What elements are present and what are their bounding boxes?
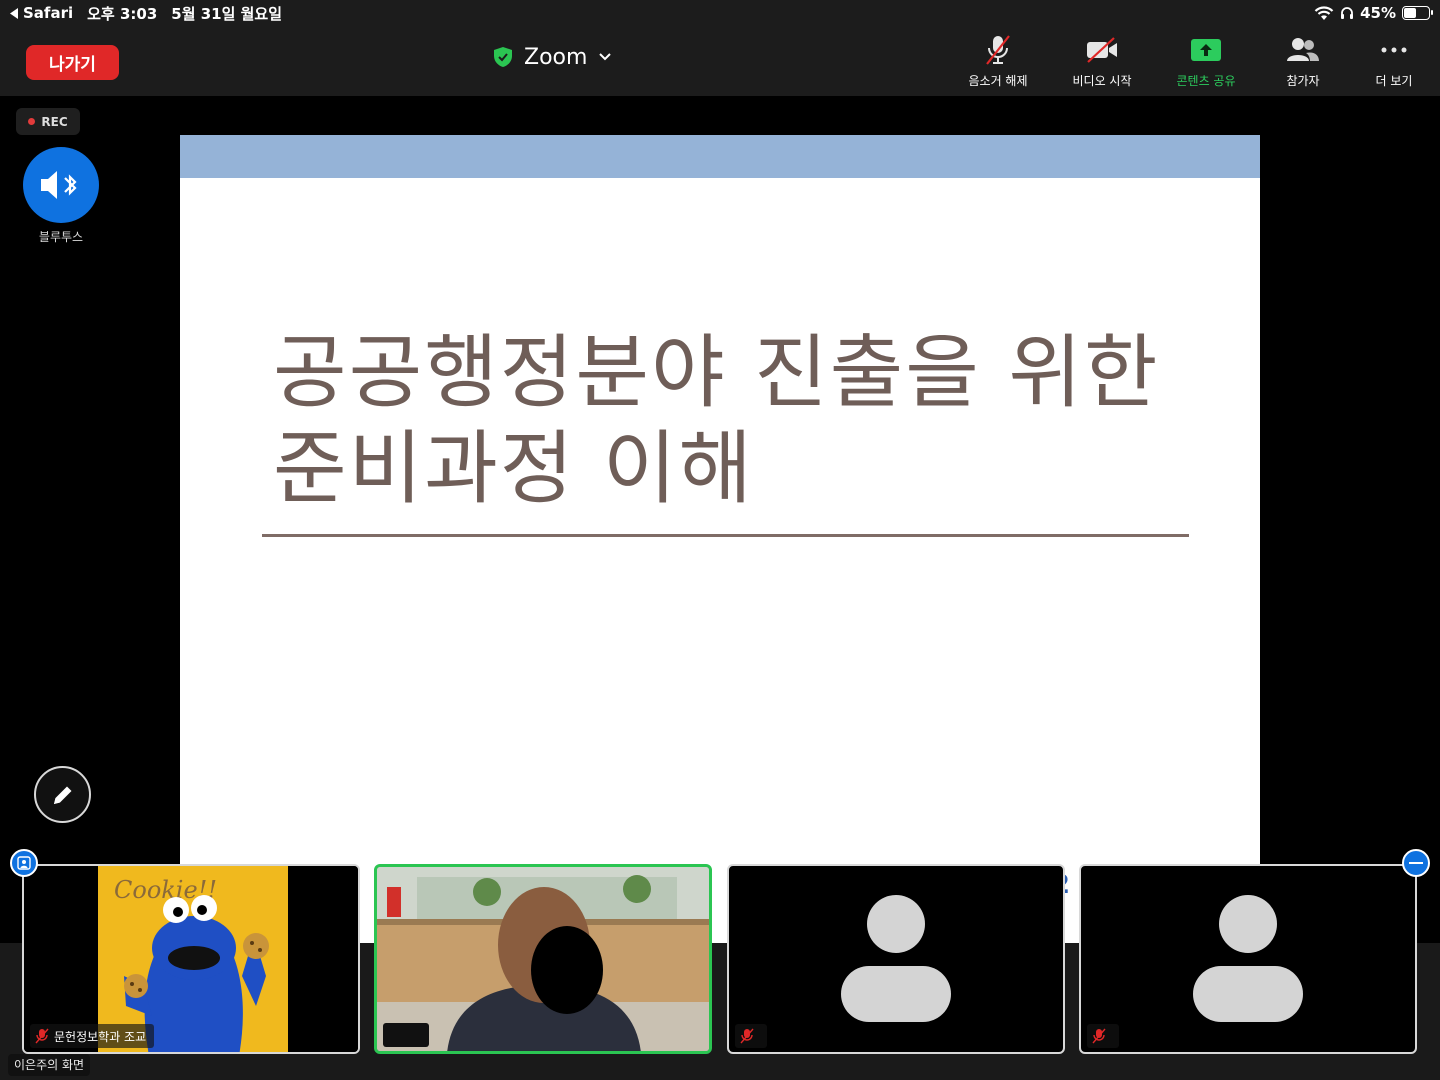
status-date: 5월 31일 월요일 <box>171 4 283 23</box>
more-button[interactable]: 더 보기 <box>1348 34 1440 90</box>
ios-status-bar: Safari 오후 3:03 5월 31일 월요일 45% <box>0 0 1440 26</box>
participants-icon <box>1287 38 1319 61</box>
recording-dot-icon <box>28 118 36 125</box>
zoom-meeting-screen: Safari 오후 3:03 5월 31일 월요일 45% 나가기 Zoom 음… <box>0 0 1440 1080</box>
minus-icon <box>1409 862 1423 864</box>
microphone-muted-icon <box>740 1028 754 1044</box>
start-video-label: 비디오 시작 <box>1072 74 1132 88</box>
participant-tile-active-speaker[interactable] <box>374 864 712 1054</box>
unmute-button[interactable]: 음소거 해제 <box>946 34 1050 90</box>
microphone-muted-icon <box>35 1028 49 1044</box>
meeting-title-menu[interactable]: Zoom <box>494 42 612 72</box>
back-app-label: Safari <box>23 4 74 22</box>
battery-icon <box>1402 6 1433 20</box>
encryption-shield-icon <box>494 47 512 67</box>
slide-title-line-2: 준비과정 이해 <box>273 422 755 515</box>
participant-name: 문헌정보학과 조교 <box>54 1029 147 1044</box>
battery-percent: 45% <box>1360 4 1396 22</box>
meeting-top-bar: 나가기 Zoom 음소거 해제 비디오 시작 콘텐츠 공유 참가자 더 보기 <box>0 26 1440 96</box>
video-off-icon <box>1087 37 1117 63</box>
wifi-icon <box>1314 5 1334 20</box>
avatar-placeholder-icon <box>1193 895 1303 1022</box>
start-video-button[interactable]: 비디오 시작 <box>1050 34 1154 90</box>
participants-button[interactable]: 참가자 <box>1258 34 1348 90</box>
collapse-strip-button[interactable] <box>1402 849 1430 877</box>
participants-label: 참가자 <box>1286 74 1320 88</box>
recording-badge: REC <box>16 108 80 135</box>
unmute-label: 음소거 해제 <box>968 74 1028 88</box>
slide-header-band <box>180 135 1260 178</box>
audio-output-label: 블루투스 <box>38 230 84 244</box>
audio-output-button[interactable] <box>23 147 99 223</box>
participant-tile[interactable] <box>727 864 1065 1054</box>
meeting-toolbar: 음소거 해제 비디오 시작 콘텐츠 공유 참가자 더 보기 <box>946 34 1440 90</box>
pin-video-button[interactable] <box>10 849 38 877</box>
share-content-label: 콘텐츠 공유 <box>1176 74 1236 88</box>
more-label: 더 보기 <box>1375 74 1413 88</box>
more-icon <box>1381 47 1407 53</box>
back-arrow-icon <box>10 7 18 19</box>
screen-owner-label: 이은주의 화면 <box>8 1054 91 1076</box>
avatar-placeholder-icon <box>841 895 951 1022</box>
participant-name-tag <box>1087 1024 1119 1048</box>
chevron-down-icon <box>599 53 612 61</box>
headphones-icon <box>1341 7 1354 19</box>
annotate-button[interactable] <box>34 766 91 823</box>
microphone-muted-icon <box>1092 1028 1106 1044</box>
slide-title: 공공행정분야 진출을 위한 준비과정 이해 <box>273 325 1213 517</box>
participant-name-tag <box>735 1024 767 1048</box>
share-content-button[interactable]: 콘텐츠 공유 <box>1154 34 1258 90</box>
status-time: 오후 3:03 <box>87 4 158 23</box>
microphone-muted-icon <box>986 35 1010 65</box>
recording-label: REC <box>41 114 68 129</box>
leave-button[interactable]: 나가기 <box>26 45 119 80</box>
participant-name-tag: 문헌정보학과 조교 <box>30 1024 155 1048</box>
person-card-icon <box>17 856 31 870</box>
back-to-app-link[interactable]: Safari <box>10 4 73 22</box>
slide-title-line-1: 공공행정분야 진출을 위한 <box>273 326 1160 419</box>
share-content-icon <box>1191 39 1221 61</box>
participant-tile[interactable]: Cookie!! 문헌정보학과 조교 <box>22 864 360 1054</box>
participant-tile[interactable] <box>1079 864 1417 1054</box>
meeting-title: Zoom <box>524 44 588 70</box>
participant-name-tag <box>383 1023 429 1047</box>
shared-slide: 공공행정분야 진출을 위한 준비과정 이해 2 <box>180 135 1260 945</box>
slide-divider <box>262 534 1189 537</box>
bluetooth-speaker-icon <box>41 171 77 199</box>
pencil-icon <box>53 786 71 804</box>
